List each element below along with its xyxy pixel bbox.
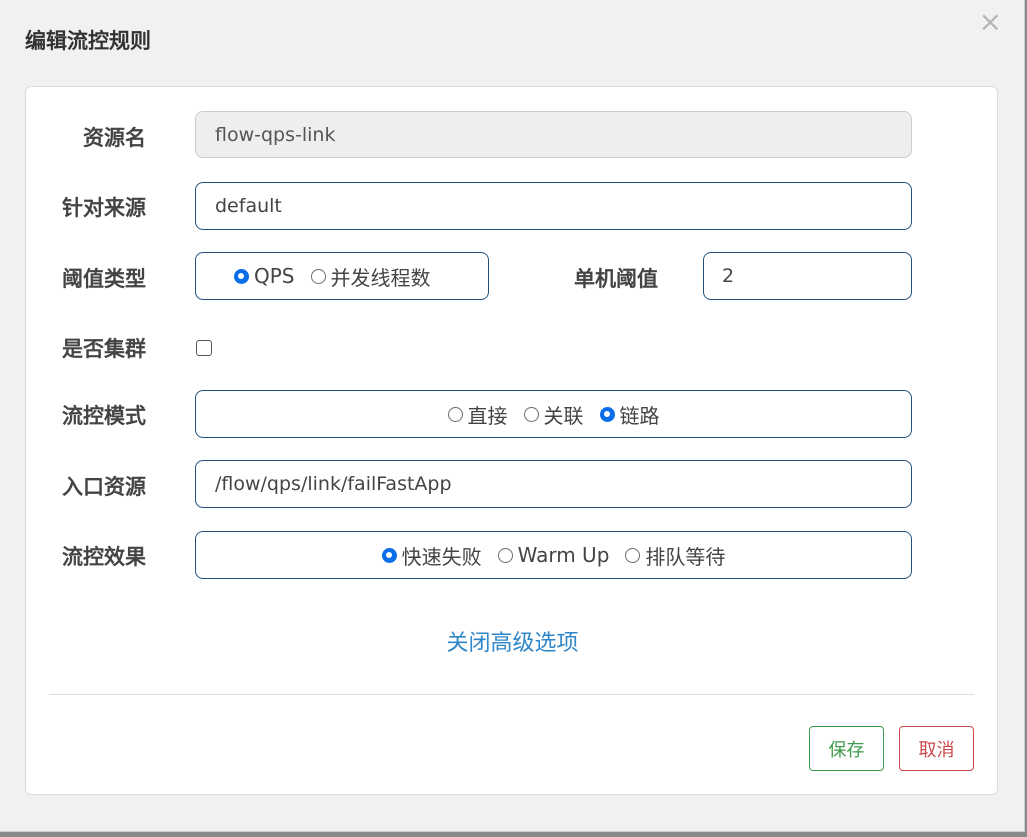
strategy-group: 直接 关联 链路 — [195, 390, 912, 438]
cluster-label: 是否集群 — [62, 337, 146, 361]
strategy-label: 流控模式 — [62, 404, 146, 428]
radio-fail-fast[interactable]: 快速失败 — [381, 541, 482, 570]
radio-label: 关联 — [543, 403, 584, 428]
radio-relate[interactable]: 关联 — [523, 400, 584, 429]
form-panel: 资源名 针对来源 阈值类型 QPS 并发线程数 单机阈值 是否集群 流控模式 — [25, 86, 998, 795]
radio-queue[interactable]: 排队等待 — [625, 541, 725, 570]
radio-thread[interactable]: 并发线程数 — [310, 262, 431, 291]
radio-chain[interactable]: 链路 — [599, 400, 660, 429]
threshold-type-group: QPS 并发线程数 — [195, 252, 489, 300]
radio-label: 快速失败 — [401, 544, 482, 569]
control-behavior-label: 流控效果 — [62, 545, 146, 569]
single-threshold-label: 单机阈值 — [574, 267, 658, 291]
toggle-advanced-link[interactable]: 关闭高级选项 — [26, 625, 999, 657]
ref-resource-label: 入口资源 — [62, 475, 146, 499]
radio-warm-up[interactable]: Warm Up — [497, 543, 610, 567]
resource-label: 资源名 — [83, 126, 146, 150]
radio-direct[interactable]: 直接 — [447, 400, 508, 429]
threshold-type-label: 阈值类型 — [62, 267, 146, 291]
ref-resource-input[interactable] — [195, 460, 912, 508]
limit-app-input[interactable] — [195, 182, 912, 230]
single-threshold-input[interactable] — [703, 252, 912, 300]
radio-icon — [497, 547, 513, 563]
dialog-title: 编辑流控规则 — [25, 29, 151, 53]
radio-label: 排队等待 — [645, 544, 726, 569]
cluster-checkbox[interactable] — [196, 340, 212, 356]
radio-icon — [310, 268, 326, 284]
radio-qps[interactable]: QPS — [234, 264, 295, 288]
radio-icon — [381, 547, 397, 563]
footer-divider — [49, 694, 974, 695]
radio-icon — [599, 406, 615, 422]
cancel-button[interactable]: 取消 — [899, 726, 974, 771]
edit-flow-rule-dialog: 编辑流控规则 × 资源名 针对来源 阈值类型 QPS 并发线程数 单机阈值 是否… — [0, 0, 1025, 832]
radio-label: Warm Up — [517, 543, 610, 567]
close-icon[interactable]: × — [979, 8, 1002, 36]
radio-label: 并发线程数 — [330, 265, 431, 290]
radio-icon — [625, 547, 641, 563]
radio-label: 链路 — [619, 403, 660, 428]
radio-label: 直接 — [467, 403, 508, 428]
resource-input[interactable] — [195, 111, 912, 158]
control-behavior-group: 快速失败 Warm Up 排队等待 — [195, 531, 912, 579]
radio-icon — [234, 268, 249, 284]
radio-icon — [447, 406, 463, 422]
limit-app-label: 针对来源 — [62, 196, 146, 220]
radio-label: QPS — [254, 264, 295, 288]
radio-icon — [523, 406, 539, 422]
save-button[interactable]: 保存 — [809, 726, 884, 771]
